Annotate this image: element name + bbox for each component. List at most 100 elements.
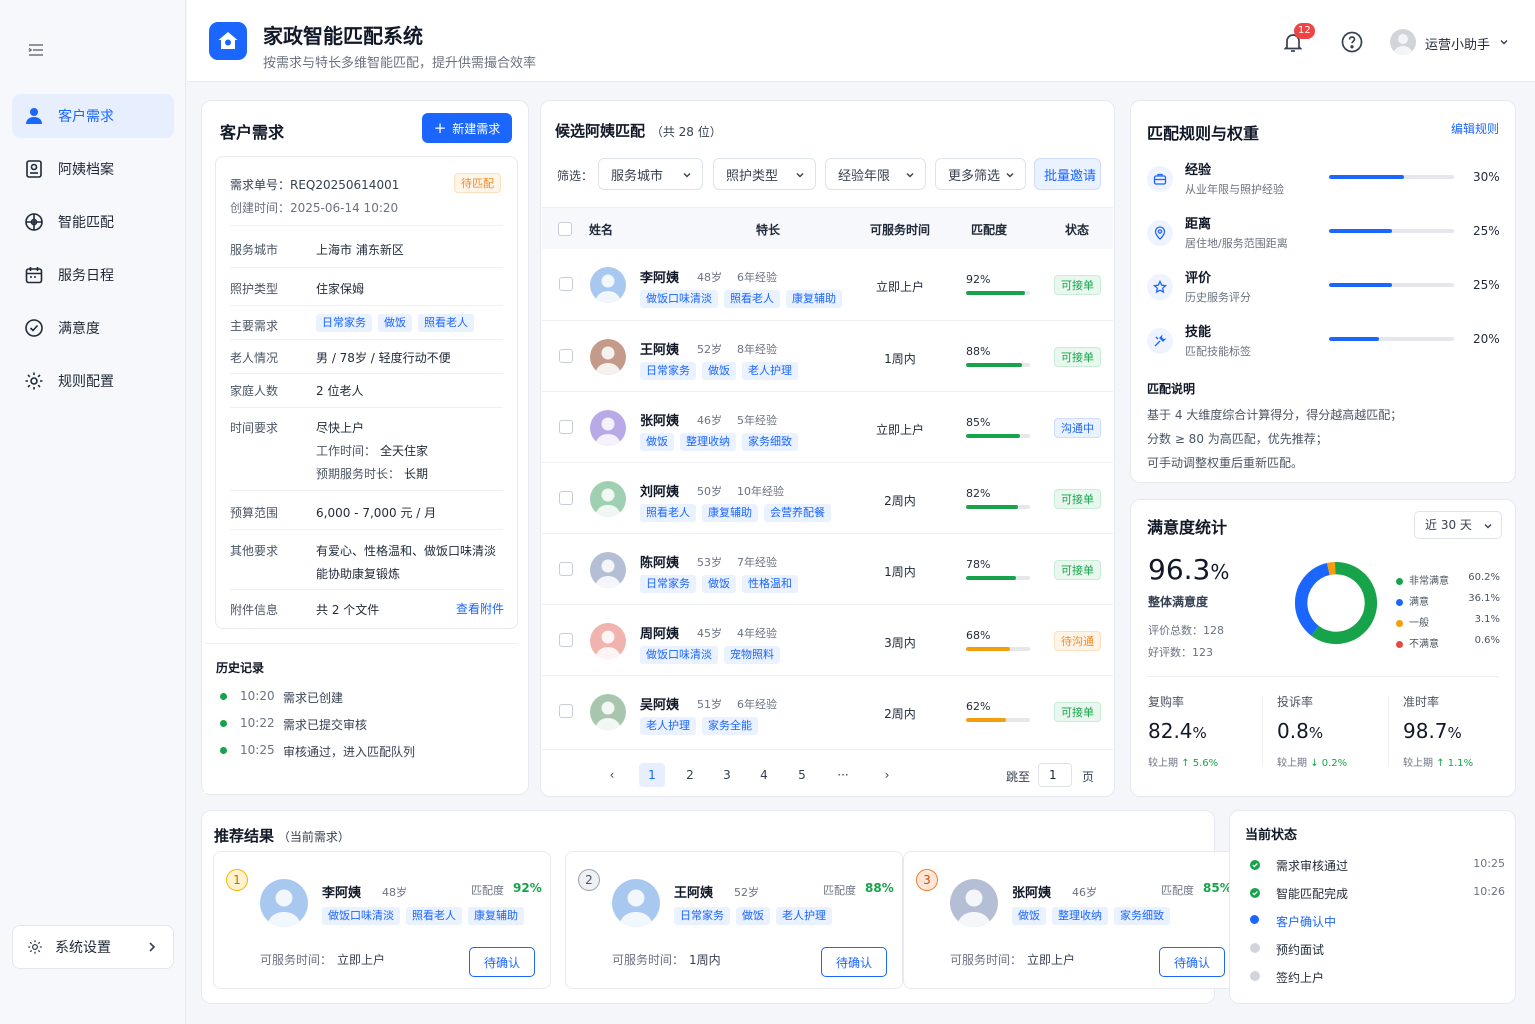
- kpi-delta-value: ↑ 5.6%: [1181, 758, 1219, 769]
- sidebar-item-5[interactable]: 规则配置: [12, 359, 174, 403]
- table-row[interactable]: 张阿姨 46岁 5年经验 做饭 整理收纳 家务细致 立即上户 85% 沟通中: [542, 391, 1113, 462]
- duration-value: 长期: [404, 467, 429, 481]
- available-time: 立即上户: [337, 953, 386, 967]
- batch-invite-button[interactable]: 批量邀请: [1034, 158, 1101, 190]
- status-badge: 可接单: [1054, 275, 1101, 295]
- row-checkbox[interactable]: [559, 704, 573, 718]
- kpi-delta-prefix: 较上期: [1277, 758, 1307, 769]
- table-header: [542, 207, 1113, 249]
- check-circle-icon: [24, 318, 58, 338]
- range-select[interactable]: 近 30 天: [1414, 511, 1502, 539]
- recommend-item[interactable]: 1 李阿姨 48岁 匹配度 92% 做饭口味清淡 照看老人 康复辅助 可服务时间： 立即上户 待确认: [213, 851, 551, 989]
- filter-service-city[interactable]: 服务城市: [598, 158, 703, 190]
- row-checkbox[interactable]: [559, 562, 573, 576]
- duration-key: 预期服务时长：: [316, 467, 401, 481]
- filter-experience[interactable]: 经验年限: [825, 158, 926, 190]
- sidebar-item-1[interactable]: 阿姨档案: [12, 147, 174, 191]
- available-time: 3周内: [884, 636, 916, 650]
- page-button[interactable]: 5: [789, 763, 815, 787]
- menu-toggle-icon[interactable]: [26, 40, 46, 60]
- plus-icon: +: [433, 119, 447, 137]
- status-dot: [1250, 943, 1260, 953]
- candidate-experience: 8年经验: [737, 343, 777, 356]
- range-value: 近 30 天: [1425, 518, 1472, 532]
- sidebar-item-3[interactable]: 服务日程: [12, 253, 174, 297]
- candidate-name[interactable]: 张阿姨: [640, 410, 679, 429]
- time-label: 可服务时间：: [612, 953, 685, 967]
- system-settings-button[interactable]: 系统设置: [12, 925, 174, 969]
- user-name[interactable]: 运营小助手: [1425, 34, 1490, 53]
- candidate-age: 46岁: [697, 414, 722, 427]
- available-time: 2周内: [884, 494, 916, 508]
- skill-tag: 日常家务: [640, 362, 696, 380]
- row-checkbox[interactable]: [559, 349, 573, 363]
- row-checkbox[interactable]: [559, 277, 573, 291]
- filter-more[interactable]: 更多筛选: [935, 158, 1026, 190]
- page-button[interactable]: 4: [751, 763, 777, 787]
- sidebar-item-0[interactable]: 客户需求: [12, 94, 174, 138]
- satisfaction-donut-chart: [1294, 561, 1378, 645]
- candidate-age: 48岁: [697, 271, 722, 284]
- candidate-name[interactable]: 陈阿姨: [640, 552, 679, 571]
- page-button[interactable]: 1: [639, 763, 665, 787]
- candidate-name[interactable]: 吴阿姨: [640, 694, 679, 713]
- work-time-value: 全天住家: [380, 444, 429, 458]
- prev-page-button[interactable]: ‹: [599, 763, 625, 787]
- table-row[interactable]: 李阿姨 48岁 6年经验 做饭口味清淡 照看老人 康复辅助 立即上户 92% 可接单: [542, 249, 1113, 320]
- rule-weight: 30%: [1473, 170, 1500, 184]
- skill-tag: 会营养配餐: [764, 504, 831, 522]
- legend-value: 60.2%: [1468, 572, 1500, 583]
- row-checkbox[interactable]: [559, 491, 573, 505]
- skill-tag: 家务细致: [742, 433, 798, 451]
- recommend-name: 李阿姨: [322, 886, 362, 901]
- edit-rules-link[interactable]: 编辑规则: [1451, 120, 1499, 137]
- jump-input[interactable]: 1: [1038, 763, 1072, 787]
- table-row[interactable]: 陈阿姨 53岁 7年经验 日常家务 做饭 性格温和 1周内 78% 可接单: [542, 533, 1113, 604]
- filter-label-text: 照护类型: [726, 168, 779, 184]
- kpi-unit: %: [1308, 724, 1324, 742]
- candidate-tags: 老人护理 家务全能: [640, 717, 764, 735]
- table-row[interactable]: 刘阿姨 50岁 10年经验 照看老人 康复辅助 会营养配餐 2周内 82% 可接单: [542, 462, 1113, 533]
- candidate-experience: 10年经验: [737, 485, 784, 498]
- recommend-item[interactable]: 2 王阿姨 52岁 匹配度 88% 日常家务 做饭 老人护理 可服务时间： 1周内 待确认: [565, 851, 903, 989]
- kpi-label: 准时率: [1403, 695, 1440, 709]
- match-score: 88%: [865, 881, 894, 895]
- candidate-name[interactable]: 周阿姨: [640, 623, 679, 642]
- chevron-right-icon: [149, 942, 156, 952]
- page-button[interactable]: 3: [714, 763, 740, 787]
- kpi-label: 复购率: [1148, 695, 1185, 709]
- main-needs-label: 主要需求: [230, 319, 279, 333]
- recommend-item[interactable]: 3 张阿姨 46岁 匹配度 85% 做饭 整理收纳 家务细致 可服务时间： 立即上户 待确认: [903, 851, 1241, 989]
- legend-value: 0.6%: [1474, 635, 1500, 646]
- confirm-button[interactable]: 待确认: [469, 947, 535, 977]
- chevron-down-icon[interactable]: [1499, 37, 1509, 47]
- help-icon[interactable]: [1340, 30, 1364, 54]
- new-demand-button[interactable]: + 新建需求: [422, 113, 512, 143]
- rules-note: 基于 4 大维度综合计算得分，得分越高越匹配；: [1147, 408, 1403, 422]
- candidate-name[interactable]: 王阿姨: [640, 339, 679, 358]
- page-button[interactable]: ···: [830, 763, 856, 787]
- recommend-tags: 做饭 整理收纳 家务细致: [1012, 907, 1176, 925]
- row-checkbox[interactable]: [559, 633, 573, 647]
- confirm-button[interactable]: 待确认: [1159, 947, 1225, 977]
- history-event: 需求已提交审核: [283, 718, 368, 732]
- kpi-delta-value: ↑ 1.1%: [1436, 758, 1474, 769]
- kpi-number: 82.4: [1148, 719, 1193, 743]
- sidebar-item-2[interactable]: 智能匹配: [12, 200, 174, 244]
- user-avatar[interactable]: [1390, 29, 1416, 55]
- row-checkbox[interactable]: [559, 420, 573, 434]
- page-button[interactable]: 2: [677, 763, 703, 787]
- view-attachments-link[interactable]: 查看附件: [456, 600, 504, 617]
- table-row[interactable]: 周阿姨 45岁 4年经验 做饭口味清淡 宠物照料 3周内 68% 待沟通: [542, 604, 1113, 675]
- table-row[interactable]: 王阿姨 52岁 8年经验 日常家务 做饭 老人护理 1周内 88% 可接单: [542, 320, 1113, 391]
- candidate-name[interactable]: 李阿姨: [640, 267, 679, 286]
- sidebar-item-4[interactable]: 满意度: [12, 306, 174, 350]
- confirm-button[interactable]: 待确认: [821, 947, 887, 977]
- divider: [230, 490, 503, 491]
- sidebar-item-label: 阿姨档案: [58, 162, 114, 178]
- next-page-button[interactable]: ›: [874, 763, 900, 787]
- candidate-name[interactable]: 刘阿姨: [640, 481, 679, 500]
- table-row[interactable]: 吴阿姨 51岁 6年经验 老人护理 家务全能 2周内 62% 可接单: [542, 675, 1113, 746]
- select-all-checkbox[interactable]: [558, 222, 572, 236]
- filter-care-type[interactable]: 照护类型: [713, 158, 816, 190]
